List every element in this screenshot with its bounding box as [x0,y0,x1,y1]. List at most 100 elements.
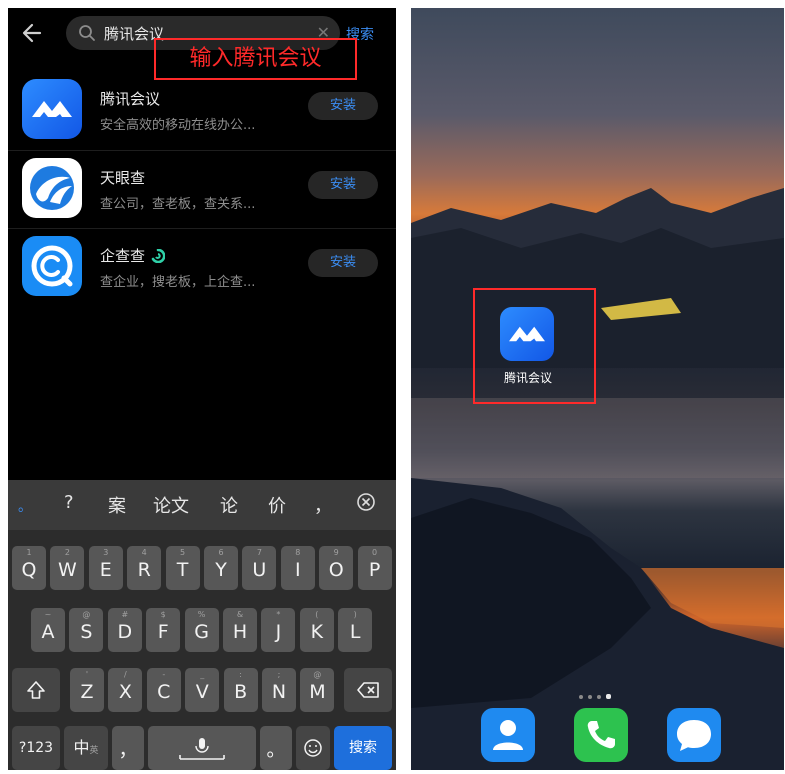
install-button[interactable]: 安装 [308,92,378,120]
key-label: Y [215,559,227,581]
install-button[interactable]: 安装 [308,249,378,277]
search-key[interactable]: 搜索 [334,726,392,770]
key-secondary-label: 9 [333,548,339,557]
key-f[interactable]: $ F [146,608,181,652]
comma-key[interactable]: ， [112,726,144,770]
key-u[interactable]: 7U [242,546,277,590]
contacts-icon[interactable] [481,708,535,762]
candidate-item[interactable]: 论 [220,492,238,518]
app-name: 企查查 [100,245,166,266]
key-label: L [349,621,361,643]
back-arrow-icon[interactable] [20,20,46,46]
key-q[interactable]: 1Q [12,546,46,590]
key-secondary-label: 0 [372,548,378,557]
key-label: U [252,559,267,581]
key-w[interactable]: 2W [50,546,85,590]
page-dot [597,695,601,699]
candidate-item[interactable]: 论文 [153,492,189,518]
key-g[interactable]: % G [184,608,219,652]
list-item[interactable]: 腾讯会议 安全高效的移动在线办公... 安装 [8,72,396,150]
shift-key[interactable] [12,668,60,712]
tencent-meeting-icon[interactable] [500,307,554,361]
emoji-key[interactable] [296,726,330,770]
search-icon [78,24,96,42]
key-x[interactable]: / X [108,668,143,712]
key-label: R [137,559,151,581]
key-label: H [232,621,248,643]
key-label: F [157,621,169,643]
key-label: I [294,559,301,581]
candidate-item[interactable]: ， [314,492,332,518]
key-secondary-label: & [236,610,244,619]
list-item[interactable]: 企查查 查企业，搜老板，上企查... 安装 [8,228,396,306]
symbols-key[interactable]: ?123 [12,726,60,770]
key-y[interactable]: 6Y [204,546,238,590]
key-secondary-label: 1 [26,548,32,557]
tencent-meeting-icon [22,79,82,139]
period-key[interactable]: 。 [260,726,292,770]
key-secondary-label: 7 [256,548,262,557]
space-key[interactable] [148,726,256,770]
key-r[interactable]: 4R [127,546,162,590]
key-secondary-label: ~ [44,610,52,619]
key-k[interactable]: (K [299,608,334,652]
app-description: 安全高效的移动在线办公... [100,118,256,133]
collapse-keyboard-icon[interactable] [356,492,376,517]
home-screen: 腾讯会议 [411,8,784,770]
key-c[interactable]: -C [146,668,181,712]
verified-badge-icon [151,248,166,264]
key-h[interactable]: & H [223,608,257,652]
language-switch-key[interactable]: 中英 [64,726,108,770]
key-e[interactable]: 3E [88,546,123,590]
key-n[interactable]: ; N [262,668,296,712]
key-secondary-label: 4 [141,548,147,557]
key-p[interactable]: 0P [357,546,392,590]
key-v[interactable]: _ V [185,668,220,712]
candidate-item[interactable]: 价 [268,492,286,518]
candidate-bar: 。 ? 案 论文 论 价 ， [8,480,396,530]
key-secondary-label: ( [315,610,319,619]
soft-keyboard: 。 ? 案 论文 论 价 ， 1Q2W3E4R5T6Y7U8I9O0P ~ A @ S… [8,480,396,770]
messages-icon[interactable] [667,708,721,762]
key-label: V [195,681,209,703]
key-label: D [117,621,133,643]
key-i[interactable]: 8I [280,546,315,590]
backspace-key[interactable] [344,668,392,712]
key-label: X [118,681,132,703]
key-secondary-label: # [121,610,129,619]
key-t[interactable]: 5T [165,546,200,590]
key-j[interactable]: * J [261,608,296,652]
app-name-text: 企查查 [100,247,146,265]
key-b[interactable]: :B [223,668,258,712]
key-secondary-label: ) [353,610,357,619]
key-l[interactable]: ) L [338,608,373,652]
key-secondary-label: 2 [64,548,70,557]
key-o[interactable]: 9O [319,546,354,590]
key-label: P [368,559,381,581]
key-d[interactable]: # D [107,608,142,652]
key-s[interactable]: @ S [69,608,104,652]
install-button[interactable]: 安装 [308,171,378,199]
key-z[interactable]: ' Z [70,668,104,712]
key-secondary-label: ; [277,670,281,679]
qichacha-icon [22,236,82,296]
key-label: S [80,621,93,643]
key-secondary-label: / [124,670,127,679]
page-dot [579,695,583,699]
key-label: K [310,621,324,643]
candidate-item[interactable]: 。 [18,496,32,516]
list-item[interactable]: 天眼查 查公司，查老板，查关系... 安装 [8,150,396,228]
key-label: Z [80,681,94,703]
language-main-label: 中 [73,738,90,757]
key-secondary-label: : [239,670,242,679]
page-dot-active [606,694,611,699]
phone-icon[interactable] [574,708,628,762]
key-m[interactable]: @ M [300,668,335,712]
page-dot [588,695,592,699]
candidate-item[interactable]: ? [64,492,74,513]
tianyancha-icon [22,158,82,218]
key-label: G [194,621,209,643]
key-a[interactable]: ~ A [31,608,65,652]
candidate-item[interactable]: 案 [108,492,126,518]
key-label: B [234,681,248,703]
